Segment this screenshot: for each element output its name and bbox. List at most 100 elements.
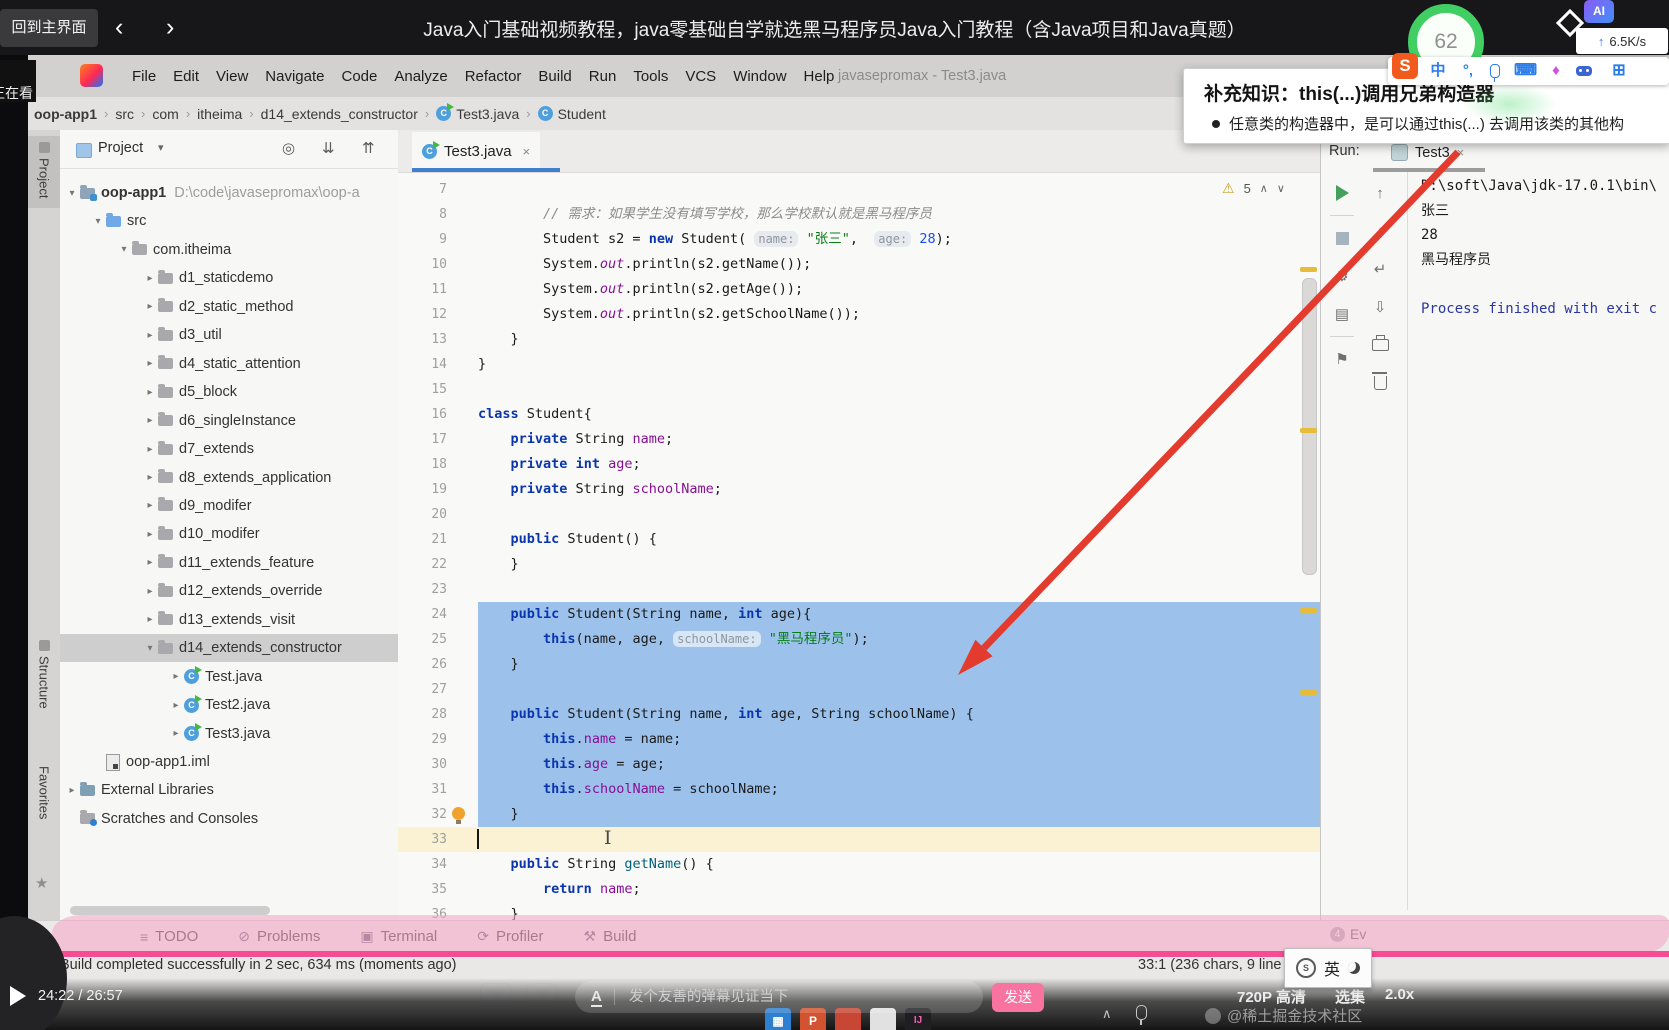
tree-item-oop-app1.iml[interactable]: oop-app1.iml bbox=[60, 748, 398, 776]
intention-bulb-icon[interactable] bbox=[452, 807, 465, 824]
tree-chevron-icon[interactable]: ▸ bbox=[142, 273, 158, 284]
tree-chevron-icon[interactable]: ▸ bbox=[142, 500, 158, 511]
sogou-logo-icon[interactable]: S bbox=[1392, 53, 1418, 79]
tree-item-oop-app1[interactable]: ▾ oop-app1 D:\code\javasepromax\oop-a bbox=[60, 179, 398, 207]
menu-item-build[interactable]: Build bbox=[538, 68, 571, 85]
ime-status-box[interactable]: S 英 bbox=[1284, 948, 1372, 988]
tree-chevron-icon[interactable]: ▸ bbox=[168, 700, 184, 711]
tree-item-d14_extends_constructor[interactable]: ▾ d14_extends_constructor bbox=[60, 634, 398, 663]
build-settings-icon[interactable]: ⚙ bbox=[1329, 257, 1355, 295]
tree-chevron-icon[interactable]: ▸ bbox=[142, 529, 158, 540]
layout-icon[interactable]: ▤ bbox=[1329, 295, 1355, 333]
scroll-up-icon[interactable]: ↑ bbox=[1367, 174, 1393, 212]
menu-item-analyze[interactable]: Analyze bbox=[394, 68, 447, 85]
project-panel-title[interactable]: Project bbox=[98, 140, 143, 156]
tree-item-test2.java[interactable]: ▸ C Test2.java bbox=[60, 691, 398, 719]
tree-item-d8_extends_application[interactable]: ▸ d8_extends_application bbox=[60, 464, 398, 492]
tree-item-d9_modifer[interactable]: ▸ d9_modifer bbox=[60, 492, 398, 520]
tree-item-scratches and consoles[interactable]: Scratches and Consoles bbox=[60, 805, 398, 833]
menu-item-window[interactable]: Window bbox=[733, 68, 786, 85]
scroll-down-icon[interactable]: ↓ bbox=[1367, 212, 1393, 250]
tree-item-d6_singleinstance[interactable]: ▸ d6_singleInstance bbox=[60, 407, 398, 435]
editor-area[interactable]: C Test3.java × ⚠ 5 ∧ ∨ 78 // 需求：如果学生没有填写… bbox=[398, 130, 1320, 920]
ime-punct-icon[interactable]: °‚ bbox=[1458, 57, 1478, 85]
favorites-star-icon[interactable]: ★ bbox=[35, 874, 48, 892]
breadcrumb-item-student[interactable]: C Student bbox=[537, 106, 606, 122]
menu-item-vcs[interactable]: VCS bbox=[685, 68, 716, 85]
play-button[interactable] bbox=[10, 986, 26, 1006]
menu-item-refactor[interactable]: Refactor bbox=[465, 68, 522, 85]
tree-chevron-icon[interactable]: ▸ bbox=[142, 301, 158, 312]
back-to-home-button[interactable]: 回到主界面 bbox=[0, 9, 98, 47]
tree-chevron-icon[interactable]: ▸ bbox=[168, 728, 184, 739]
tree-item-test.java[interactable]: ▸ C Test.java bbox=[60, 663, 398, 691]
print-icon[interactable] bbox=[1367, 326, 1393, 364]
run-tab-close-icon[interactable]: × bbox=[1457, 145, 1465, 160]
tree-item-d7_extends[interactable]: ▸ d7_extends bbox=[60, 435, 398, 463]
rerun-button[interactable] bbox=[1329, 174, 1355, 212]
tree-chevron-icon[interactable]: ▸ bbox=[142, 614, 158, 625]
locate-icon[interactable]: ◎ bbox=[282, 139, 295, 157]
menu-item-code[interactable]: Code bbox=[341, 68, 377, 85]
speed-button[interactable]: 2.0x bbox=[1385, 986, 1414, 1003]
nav-prev-icon[interactable]: ‹ bbox=[115, 10, 123, 44]
menu-item-edit[interactable]: Edit bbox=[173, 68, 199, 85]
tab-close-icon[interactable]: × bbox=[523, 144, 531, 159]
ime-grid-icon[interactable]: ⊞ bbox=[1608, 57, 1630, 85]
menu-item-navigate[interactable]: Navigate bbox=[265, 68, 324, 85]
breadcrumb-item-src[interactable]: src bbox=[115, 106, 134, 122]
stop-button[interactable] bbox=[1329, 219, 1355, 257]
breadcrumb-item-com[interactable]: com bbox=[152, 106, 178, 122]
tree-chevron-icon[interactable]: ▸ bbox=[142, 444, 158, 455]
ime-gamepad-icon[interactable] bbox=[1576, 66, 1592, 76]
ime-mic-icon[interactable] bbox=[1490, 64, 1500, 82]
tree-item-d13_extends_visit[interactable]: ▸ d13_extends_visit bbox=[60, 606, 398, 634]
menu-item-file[interactable]: File bbox=[132, 68, 156, 85]
tree-item-src[interactable]: ▾ src bbox=[60, 207, 398, 235]
tree-chevron-icon[interactable]: ▸ bbox=[142, 472, 158, 483]
episodes-button[interactable]: 选集 bbox=[1335, 986, 1365, 1007]
nav-next-icon[interactable]: › bbox=[166, 10, 174, 44]
editor-scrollbar-thumb[interactable] bbox=[1302, 278, 1317, 575]
ai-badge[interactable]: AI bbox=[1584, 0, 1614, 23]
ime-skin-icon[interactable]: ♦ bbox=[1546, 57, 1566, 85]
ime-cn-icon[interactable]: 中 bbox=[1428, 57, 1448, 85]
menu-item-help[interactable]: Help bbox=[804, 68, 835, 85]
editor-tab-test3[interactable]: C Test3.java × bbox=[412, 132, 541, 170]
breadcrumb-item-itheima[interactable]: itheima bbox=[197, 106, 242, 122]
sidebar-tab-favorites[interactable]: Favorites bbox=[28, 766, 60, 819]
ime-keyboard-icon[interactable]: ⌨ bbox=[1514, 57, 1537, 85]
tree-chevron-icon[interactable]: ▸ bbox=[142, 415, 158, 426]
breadcrumb-item-test3.java[interactable]: C Test3.java bbox=[436, 103, 519, 122]
collapse-all-icon[interactable]: ⇈ bbox=[362, 139, 375, 157]
clear-console-icon[interactable] bbox=[1367, 364, 1393, 402]
tree-item-d10_modifer[interactable]: ▸ d10_modifer bbox=[60, 520, 398, 548]
danmaku-input[interactable] bbox=[626, 988, 931, 1006]
breadcrumb-item-oop-app1[interactable]: oop-app1 bbox=[34, 106, 97, 122]
tree-chevron-icon[interactable]: ▾ bbox=[116, 244, 132, 255]
send-danmaku-button[interactable]: 发送 bbox=[992, 983, 1044, 1012]
sidebar-tab-project[interactable]: Project bbox=[28, 136, 60, 209]
tree-item-test3.java[interactable]: ▸ C Test3.java bbox=[60, 720, 398, 748]
mic-icon[interactable] bbox=[1136, 1005, 1147, 1025]
breadcrumb-item-d14_extends_constructor[interactable]: d14_extends_constructor bbox=[261, 106, 418, 122]
tree-item-d2_static_method[interactable]: ▸ d2_static_method bbox=[60, 293, 398, 321]
menu-item-view[interactable]: View bbox=[216, 68, 248, 85]
tree-chevron-icon[interactable]: ▾ bbox=[64, 188, 80, 199]
idea-logo-icon[interactable] bbox=[80, 64, 103, 87]
tree-item-d1_staticdemo[interactable]: ▸ d1_staticdemo bbox=[60, 264, 398, 292]
tree-chevron-icon[interactable]: ▸ bbox=[142, 358, 158, 369]
tree-chevron-icon[interactable]: ▸ bbox=[142, 557, 158, 568]
tree-item-com.itheima[interactable]: ▾ com.itheima bbox=[60, 236, 398, 264]
soft-wrap-icon[interactable]: ↵ bbox=[1367, 250, 1393, 288]
scroll-to-end-icon[interactable]: ⇩ bbox=[1367, 288, 1393, 326]
tree-item-d12_extends_override[interactable]: ▸ d12_extends_override bbox=[60, 577, 398, 605]
expand-all-icon[interactable]: ⇊ bbox=[322, 139, 335, 157]
tree-item-external libraries[interactable]: ▸ External Libraries bbox=[60, 776, 398, 804]
menu-item-tools[interactable]: Tools bbox=[633, 68, 668, 85]
tree-chevron-icon[interactable]: ▸ bbox=[64, 785, 80, 796]
pin-icon[interactable]: ⚑ bbox=[1329, 340, 1355, 378]
tree-chevron-icon[interactable]: ▸ bbox=[142, 387, 158, 398]
tree-chevron-icon[interactable]: ▾ bbox=[90, 216, 106, 227]
quality-button[interactable]: 720P 高清 bbox=[1237, 986, 1306, 1007]
